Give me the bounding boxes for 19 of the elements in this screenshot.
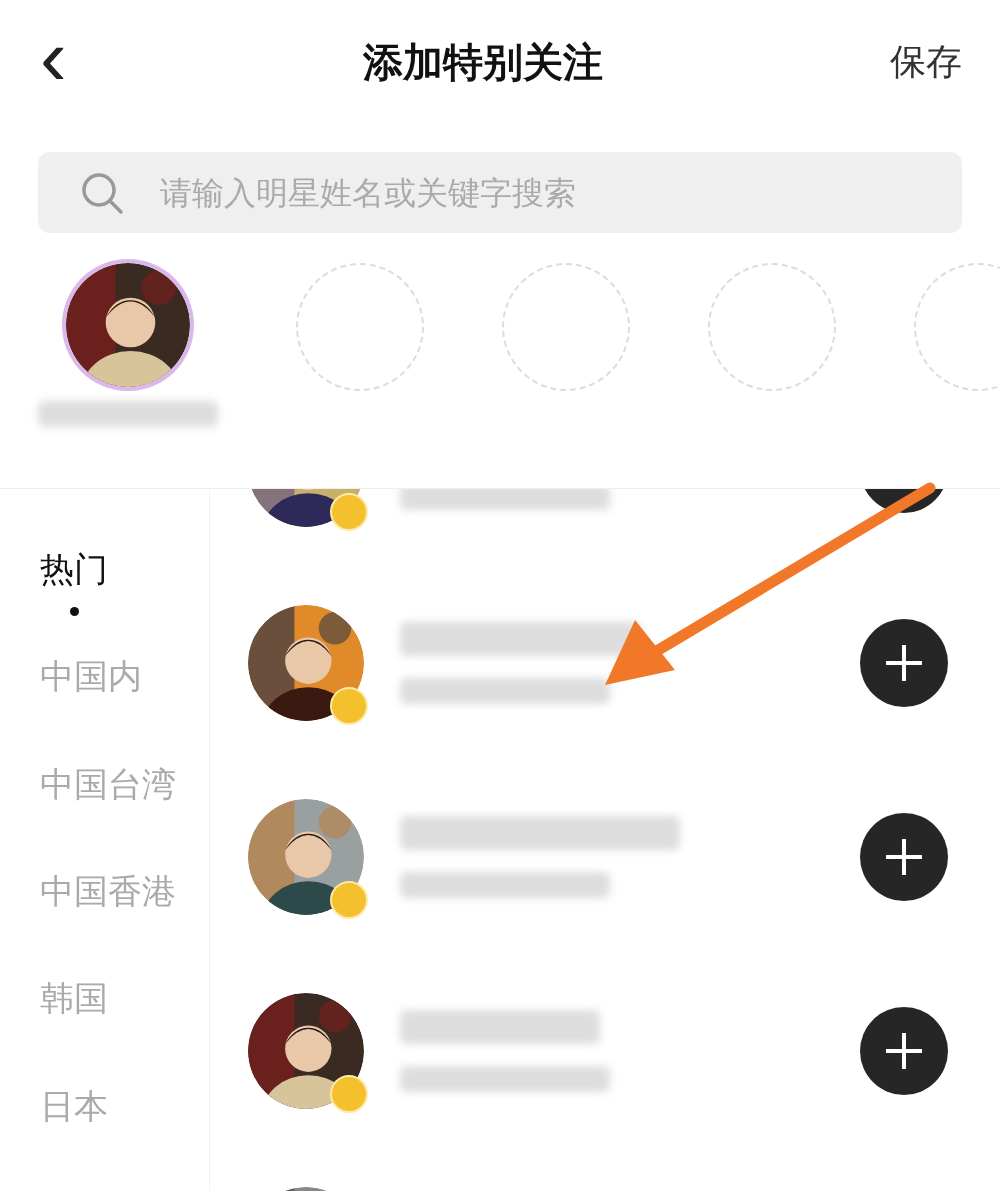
back-button[interactable]: ‹ [30, 17, 77, 98]
search-input[interactable]: 请输入明星姓名或关键字搜索 [158, 172, 962, 213]
category-tab[interactable]: 热门 [40, 547, 209, 655]
plus-icon [884, 643, 924, 683]
badge-icon [330, 493, 368, 531]
plus-icon [884, 1031, 924, 1071]
badge-icon [330, 881, 368, 919]
badge-icon [330, 1075, 368, 1113]
search-field[interactable]: 请输入明星姓名或关键字搜索 [38, 152, 962, 233]
category-tab[interactable]: 中国台湾 [40, 761, 209, 869]
search-icon [80, 170, 124, 215]
category-tab[interactable]: 中国香港 [40, 869, 209, 977]
save-button[interactable]: 保存 [890, 38, 962, 87]
category-tab[interactable]: 韩国 [40, 976, 209, 1084]
category-tab[interactable]: 日本 [40, 1083, 209, 1191]
page-title: 添加特别关注 [363, 38, 604, 87]
badge-icon [330, 687, 368, 725]
plus-icon [884, 837, 924, 877]
category-tab[interactable]: 中国内 [40, 654, 209, 762]
